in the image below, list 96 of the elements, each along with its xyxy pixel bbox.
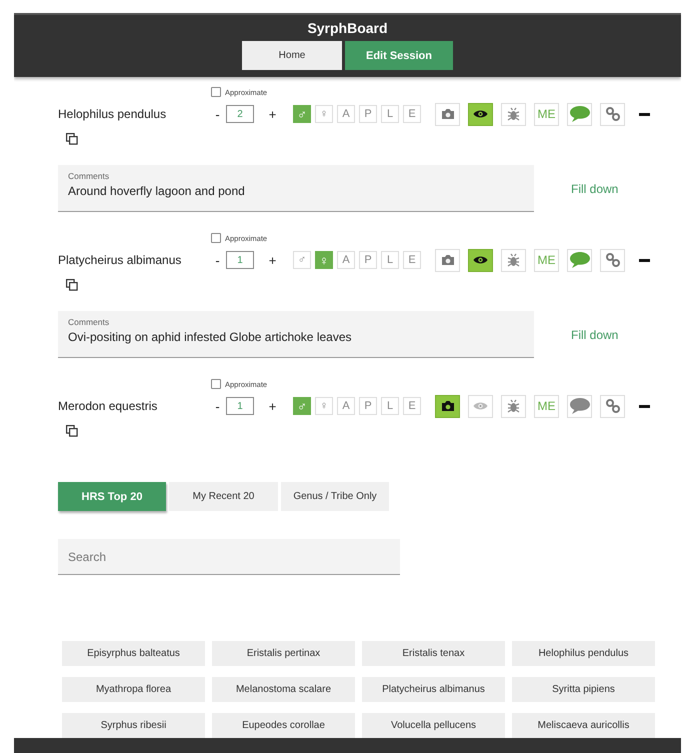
bug-toggle[interactable] xyxy=(501,248,526,272)
speech-bubble-icon xyxy=(568,105,590,123)
eye-icon xyxy=(473,109,488,119)
stage-toggle[interactable]: E xyxy=(403,397,421,415)
increment-button[interactable]: + xyxy=(266,106,279,122)
search-field[interactable]: Search xyxy=(58,539,400,575)
species-button[interactable]: Eristalis tenax xyxy=(362,641,505,666)
remove-icon[interactable] xyxy=(639,404,650,408)
species-button[interactable]: Syritta pipiens xyxy=(512,677,655,702)
app-title: SyrphBoard xyxy=(307,19,388,37)
nav-tab[interactable]: Home xyxy=(242,41,342,70)
stage-toggle[interactable]: A xyxy=(337,397,355,415)
link-icon xyxy=(604,106,620,122)
species-button[interactable]: Helophilus pendulus xyxy=(512,641,655,666)
fill-down-link[interactable]: Fill down xyxy=(571,182,618,196)
bug-icon xyxy=(507,107,520,121)
species-button[interactable]: Melanostoma scalare xyxy=(212,677,355,702)
copy-icon[interactable] xyxy=(66,425,78,437)
species-button[interactable]: Myathropa florea xyxy=(62,677,205,702)
comment-toggle[interactable] xyxy=(567,394,592,418)
remove-icon[interactable] xyxy=(639,112,650,116)
stage-toggle[interactable]: ♀ xyxy=(315,251,333,269)
remove-icon[interactable] xyxy=(639,258,650,262)
species-button[interactable]: Volucella pellucens xyxy=(362,713,505,738)
comments-field[interactable]: Comments Ovi-positing on aphid infested Globe artichoke leaves xyxy=(58,311,534,358)
species-button[interactable]: Eristalis pertinax xyxy=(212,641,355,666)
stage-toggle[interactable]: A xyxy=(337,251,355,269)
decrement-button[interactable]: - xyxy=(211,106,224,122)
link-toggle[interactable] xyxy=(600,248,625,272)
link-toggle[interactable] xyxy=(600,394,625,418)
stage-toggle[interactable]: ♂ xyxy=(293,251,311,269)
species-button[interactable]: Syrphus ribesii xyxy=(62,713,205,738)
stage-toggle[interactable]: A xyxy=(337,105,355,123)
list-tab[interactable]: HRS Top 20 xyxy=(58,482,166,511)
link-icon xyxy=(604,398,620,414)
stage-toggle[interactable]: ♀ xyxy=(315,105,333,123)
species-name: Merodon equestris xyxy=(58,399,158,413)
species-button[interactable]: Episyrphus balteatus xyxy=(62,641,205,666)
me-toggle[interactable]: ME xyxy=(534,394,559,418)
camera-toggle[interactable] xyxy=(435,394,460,418)
eye-toggle[interactable] xyxy=(468,102,493,126)
stage-toggle[interactable]: E xyxy=(403,105,421,123)
decrement-button[interactable]: - xyxy=(211,398,224,414)
me-toggle[interactable]: ME xyxy=(534,102,559,126)
count-field[interactable]: 1 xyxy=(226,397,254,415)
stage-toggle[interactable]: P xyxy=(359,105,377,123)
stage-toggle[interactable]: L xyxy=(381,105,399,123)
count-field[interactable]: 2 xyxy=(226,105,254,123)
link-icon xyxy=(604,252,620,268)
field-label: Comments xyxy=(68,317,110,327)
increment-button[interactable]: + xyxy=(266,252,279,268)
fill-down-link[interactable]: Fill down xyxy=(571,328,618,342)
camera-icon xyxy=(440,108,454,120)
list-tab[interactable]: Genus / Tribe Only xyxy=(281,482,389,511)
speech-bubble-icon xyxy=(568,251,590,269)
decrement-button[interactable]: - xyxy=(211,252,224,268)
copy-icon[interactable] xyxy=(66,279,78,291)
species-name: Platycheirus albimanus xyxy=(58,253,182,267)
stage-toggle[interactable]: ♀ xyxy=(315,397,333,415)
speech-bubble-icon xyxy=(568,397,590,415)
eye-toggle[interactable] xyxy=(468,248,493,272)
comment-toggle[interactable] xyxy=(567,248,592,272)
nav-tab[interactable]: Edit Session xyxy=(345,41,453,70)
species-button[interactable]: Meliscaeva auricollis xyxy=(512,713,655,738)
field-label: Comments xyxy=(68,171,110,181)
bug-toggle[interactable] xyxy=(501,102,526,126)
eye-icon xyxy=(473,401,488,411)
me-toggle[interactable]: ME xyxy=(534,248,559,272)
stage-toggle[interactable]: L xyxy=(381,397,399,415)
approximate-checkbox[interactable] xyxy=(211,87,221,97)
increment-button[interactable]: + xyxy=(266,398,279,414)
link-toggle[interactable] xyxy=(600,102,625,126)
stage-toggle[interactable]: L xyxy=(381,251,399,269)
stage-toggle[interactable]: P xyxy=(359,251,377,269)
comments-input[interactable]: Around hoverfly lagoon and pond xyxy=(68,184,534,198)
species-name: Helophilus pendulus xyxy=(58,107,168,121)
stage-toggle[interactable]: E xyxy=(403,251,421,269)
approximate-checkbox[interactable] xyxy=(211,233,221,243)
list-tab[interactable]: My Recent 20 xyxy=(169,482,278,511)
eye-icon xyxy=(473,255,488,265)
bug-toggle[interactable] xyxy=(501,394,526,418)
species-button[interactable]: Platycheirus albimanus xyxy=(362,677,505,702)
stage-toggle[interactable]: ♂ xyxy=(293,105,311,123)
approximate-checkbox[interactable] xyxy=(211,379,221,389)
copy-icon[interactable] xyxy=(66,133,78,145)
camera-icon xyxy=(440,400,454,412)
species-button[interactable]: Eupeodes corollae xyxy=(212,713,355,738)
comments-input[interactable]: Ovi-positing on aphid infested Globe artichoke leaves xyxy=(68,330,534,344)
camera-icon xyxy=(440,254,454,266)
stage-toggle[interactable]: P xyxy=(359,397,377,415)
comment-toggle[interactable] xyxy=(567,102,592,126)
count-field[interactable]: 1 xyxy=(226,251,254,269)
bug-icon xyxy=(507,399,520,413)
bug-icon xyxy=(507,253,520,267)
comments-field[interactable]: Comments Around hoverfly lagoon and pond xyxy=(58,165,534,212)
stage-toggle[interactable]: ♂ xyxy=(293,397,311,415)
